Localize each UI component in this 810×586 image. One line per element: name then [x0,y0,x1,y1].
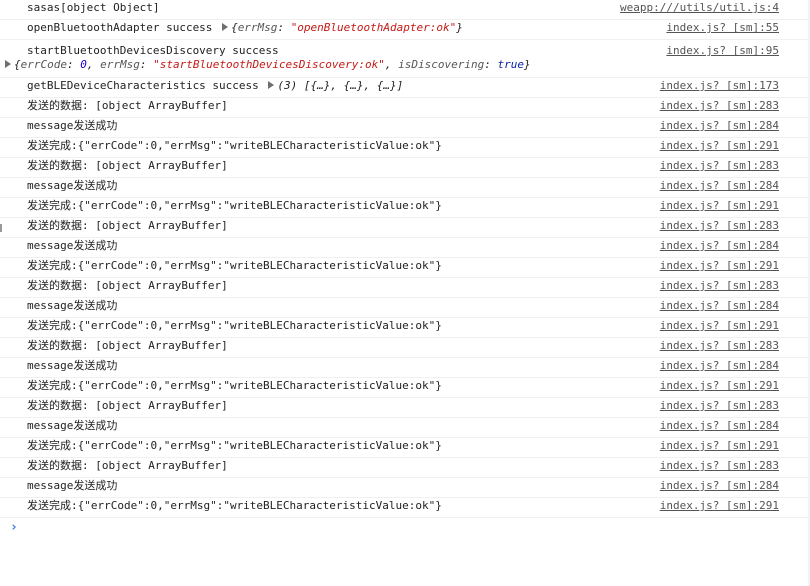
log-row: 发送完成:{"errCode":0,"errMsg":"writeBLEChar… [0,198,810,218]
object-value: "openBluetoothAdapter:ok" [290,21,457,34]
source-link[interactable]: index.js? [sm]:283 [660,399,779,413]
source-link[interactable]: index.js? [sm]:291 [660,319,779,333]
log-message: message发送成功 [27,239,118,252]
object-value: true [497,58,525,71]
log-row: message发送成功 index.js? [sm]:284 [0,298,810,318]
log-message: openBluetoothAdapter success [27,21,220,34]
log-row: message发送成功 index.js? [sm]:284 [0,418,810,438]
log-message: 发送的数据: [object ArrayBuffer] [27,99,228,112]
log-row: 发送完成:{"errCode":0,"errMsg":"writeBLEChar… [0,138,810,158]
log-object-line[interactable]: {errCode: 0, errMsg: "startBluetoothDevi… [5,58,780,72]
log-message: message发送成功 [27,419,118,432]
console-log: sasas[object Object] weapp:///utils/util.… [0,0,810,518]
source-link[interactable]: index.js? [sm]:284 [660,299,779,313]
log-row: 发送完成:{"errCode":0,"errMsg":"writeBLEChar… [0,258,810,278]
log-message: 发送的数据: [object ArrayBuffer] [27,339,228,352]
source-link[interactable]: index.js? [sm]:291 [660,499,779,513]
log-row: 发送完成:{"errCode":0,"errMsg":"writeBLEChar… [0,438,810,458]
expand-triangle-icon[interactable] [268,81,275,89]
source-link[interactable]: index.js? [sm]:173 [660,79,779,93]
source-link[interactable]: index.js? [sm]:284 [660,359,779,373]
log-message: sasas[object Object] [27,1,160,14]
log-row: 发送的数据: [object ArrayBuffer] index.js? [sm… [0,98,810,118]
source-link[interactable]: index.js? [sm]:283 [660,99,779,113]
log-row: getBLEDeviceCharacteristics success (3) … [0,78,810,98]
log-message: 发送的数据: [object ArrayBuffer] [27,279,228,292]
log-row: openBluetoothAdapter success {errMsg: "o… [0,20,810,40]
expand-triangle-icon[interactable] [5,60,11,68]
log-row: 发送的数据: [object ArrayBuffer] index.js? [sm… [0,398,810,418]
log-row: message发送成功 index.js? [sm]:284 [0,478,810,498]
source-link[interactable]: index.js? [sm]:291 [660,379,779,393]
source-link[interactable]: index.js? [sm]:283 [660,219,779,233]
source-link[interactable]: index.js? [sm]:284 [660,419,779,433]
log-row: message发送成功 index.js? [sm]:284 [0,118,810,138]
log-row: 发送完成:{"errCode":0,"errMsg":"writeBLEChar… [0,498,810,518]
log-message: 发送完成:{"errCode":0,"errMsg":"writeBLEChar… [27,199,442,212]
log-message: 发送完成:{"errCode":0,"errMsg":"writeBLEChar… [27,439,442,452]
log-message: message发送成功 [27,299,118,312]
log-object[interactable]: {errCode: 0, errMsg: "startBluetoothDevi… [14,58,531,71]
log-row: 发送的数据: [object ArrayBuffer] index.js? [sm… [0,458,810,478]
object-key: errMsg [237,21,278,34]
log-message: 发送的数据: [object ArrayBuffer] [27,459,228,472]
source-link[interactable]: index.js? [sm]:284 [660,479,779,493]
source-link[interactable]: index.js? [sm]:291 [660,199,779,213]
object-value: 0 [80,58,87,71]
source-link[interactable]: index.js? [sm]:284 [660,239,779,253]
log-row: startBluetoothDevicesDiscovery success {e… [0,40,810,78]
log-row: message发送成功 index.js? [sm]:284 [0,178,810,198]
source-link[interactable]: index.js? [sm]:291 [660,139,779,153]
log-row: 发送的数据: [object ArrayBuffer] index.js? [sm… [0,278,810,298]
console-prompt-icon[interactable]: › [10,520,18,535]
log-row: 发送完成:{"errCode":0,"errMsg":"writeBLEChar… [0,378,810,398]
log-row: message发送成功 index.js? [sm]:284 [0,238,810,258]
source-link[interactable]: index.js? [sm]:283 [660,339,779,353]
log-row: 发送的数据: [object ArrayBuffer] index.js? [sm… [0,158,810,178]
expand-triangle-icon[interactable] [222,23,229,31]
log-message: 发送的数据: [object ArrayBuffer] [27,159,228,172]
log-object[interactable]: {errMsg: "openBluetoothAdapter:ok"} [231,21,463,34]
source-link[interactable]: index.js? [sm]:284 [660,179,779,193]
log-message: message发送成功 [27,179,118,192]
log-message: 发送完成:{"errCode":0,"errMsg":"writeBLEChar… [27,499,442,512]
source-link[interactable]: weapp:///utils/util.js:4 [620,1,779,15]
object-key: errCode [20,58,67,71]
object-key: errMsg [100,58,140,71]
log-message: 发送的数据: [object ArrayBuffer] [27,219,228,232]
log-row: 发送的数据: [object ArrayBuffer] index.js? [sm… [0,218,810,238]
source-link[interactable]: index.js? [sm]:95 [666,44,779,58]
log-message: 发送的数据: [object ArrayBuffer] [27,399,228,412]
log-row: message发送成功 index.js? [sm]:284 [0,358,810,378]
log-message: 发送完成:{"errCode":0,"errMsg":"writeBLEChar… [27,319,442,332]
source-link[interactable]: index.js? [sm]:291 [660,259,779,273]
source-link[interactable]: index.js? [sm]:284 [660,119,779,133]
source-link[interactable]: index.js? [sm]:283 [660,159,779,173]
log-message: 发送完成:{"errCode":0,"errMsg":"writeBLEChar… [27,259,442,272]
log-row: sasas[object Object] weapp:///utils/util.… [0,0,810,20]
object-key: isDiscovering [398,58,485,71]
log-message: message发送成功 [27,479,118,492]
source-link[interactable]: index.js? [sm]:291 [660,439,779,453]
log-message: getBLEDeviceCharacteristics success [27,79,266,92]
log-message: message发送成功 [27,119,118,132]
object-value: "startBluetoothDevicesDiscovery:ok" [153,58,385,71]
source-link[interactable]: index.js? [sm]:55 [666,21,779,35]
log-message: message发送成功 [27,359,118,372]
log-message: 发送完成:{"errCode":0,"errMsg":"writeBLEChar… [27,379,442,392]
row-marker-icon [0,224,5,232]
log-row: 发送的数据: [object ArrayBuffer] index.js? [sm… [0,338,810,358]
log-array-summary[interactable]: (3) [{…}, {…}, {…}] [277,79,403,92]
log-message: 发送完成:{"errCode":0,"errMsg":"writeBLEChar… [27,139,442,152]
log-row: 发送完成:{"errCode":0,"errMsg":"writeBLEChar… [0,318,810,338]
source-link[interactable]: index.js? [sm]:283 [660,459,779,473]
source-link[interactable]: index.js? [sm]:283 [660,279,779,293]
